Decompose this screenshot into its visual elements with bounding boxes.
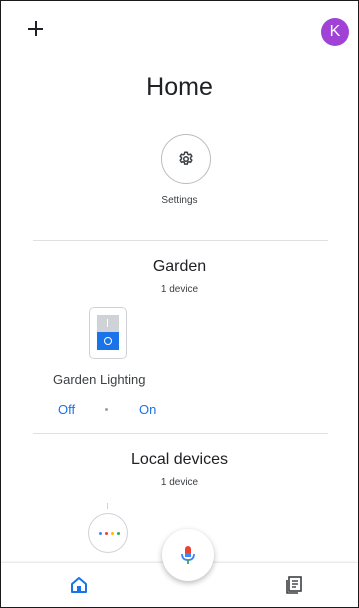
nav-feed-tab[interactable]: [284, 575, 304, 595]
microphone-icon: [181, 546, 195, 564]
voice-assistant-button[interactable]: [162, 529, 214, 581]
local-device-count: 1 device: [160, 477, 199, 488]
account-avatar[interactable]: K: [321, 18, 349, 46]
add-button[interactable]: [25, 18, 47, 40]
app-screen: K Home Settings Garden 1 device Garden L…: [0, 0, 359, 608]
avatar-initial: K: [329, 23, 341, 40]
garden-lighting-tile[interactable]: [89, 307, 127, 359]
separator-dot: [105, 408, 108, 411]
feed-icon: [286, 576, 302, 594]
room-device-count: 1 device: [160, 284, 199, 295]
settings-label: Settings: [161, 195, 198, 206]
gear-icon: [179, 151, 193, 165]
divider: [33, 240, 328, 241]
home-icon: [71, 577, 87, 593]
room-title-local-devices[interactable]: Local devices: [1, 451, 358, 469]
speaker-antenna: [107, 503, 108, 509]
nav-home-tab[interactable]: [69, 575, 89, 595]
off-button[interactable]: Off: [58, 402, 75, 417]
smart-speaker-tile[interactable]: [88, 513, 128, 553]
settings-button[interactable]: [161, 134, 211, 184]
on-button[interactable]: On: [139, 402, 156, 417]
room-title-garden[interactable]: Garden: [1, 258, 358, 276]
device-name: Garden Lighting: [53, 372, 146, 387]
divider: [33, 433, 328, 434]
page-title: Home: [146, 73, 213, 101]
